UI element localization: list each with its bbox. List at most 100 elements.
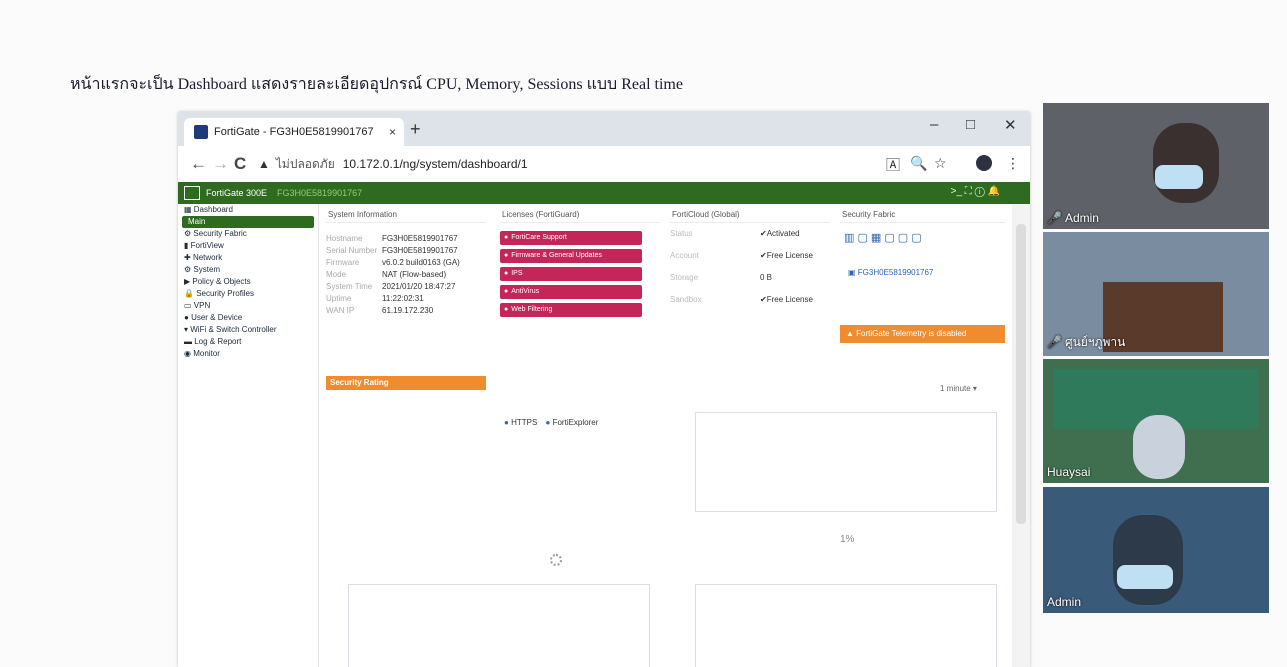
url-field[interactable]: ▲ ไม่ปลอดภัย 10.172.0.1/ng/system/dashbo…	[258, 153, 878, 175]
url-text: 10.172.0.1/ng/system/dashboard/1	[342, 157, 528, 171]
minimize-button[interactable]: –	[930, 116, 938, 133]
sidebar-item-policy-objects[interactable]: ▶ Policy & Objects	[178, 276, 318, 288]
participant-silhouette	[1133, 415, 1185, 479]
sidebar-item-network[interactable]: ✚ Network	[178, 252, 318, 264]
licenses-widget: Licenses (FortiGuard) FortiCare Support …	[500, 208, 660, 321]
sidebar-item-dashboard[interactable]: ▦ Dashboard	[178, 204, 318, 216]
vpn-icon: ▭	[184, 301, 194, 310]
muted-mic-icon: 🎤	[1047, 335, 1062, 349]
sidebar-item-vpn[interactable]: ▭ VPN	[178, 300, 318, 312]
widget-title: System Information	[326, 208, 486, 223]
lock-icon: 🔒	[184, 289, 197, 298]
license-item[interactable]: Firmware & General Updates	[500, 249, 642, 263]
participant-silhouette	[1153, 123, 1219, 203]
check-icon: ✔	[760, 295, 767, 304]
reload-button[interactable]: C	[234, 154, 246, 174]
sidebar-item-monitor[interactable]: ◉ Monitor	[178, 348, 318, 360]
new-tab-button[interactable]: +	[410, 119, 421, 140]
check-icon: ✔	[760, 229, 767, 238]
fortigate-header: FortiGate 300E FG3H0E5819901767 >_ ⛶ ⓘ 🔔	[178, 182, 1030, 204]
sidebar-item-main[interactable]: Main	[182, 216, 314, 228]
browser-tab[interactable]: FortiGate - FG3H0E5819901767 ×	[184, 118, 404, 146]
widget-title: Security Fabric	[840, 208, 1005, 223]
sessions-chart-area	[695, 584, 997, 667]
telemetry-warning[interactable]: ▲ FortiGate Telemetry is disabled	[840, 325, 1005, 343]
participant-name: Admin	[1047, 595, 1082, 609]
license-item[interactable]: FortiCare Support	[500, 231, 642, 245]
caption: หน้าแรกจะเป็น Dashboard แสดงรายละเอียดอุ…	[70, 76, 683, 93]
sidebar-item-security-fabric[interactable]: ⚙ Security Fabric	[178, 228, 318, 240]
security-label[interactable]: ไม่ปลอดภัย	[276, 155, 335, 174]
maximize-button[interactable]: □	[966, 116, 975, 133]
legend-dot-icon: ●	[504, 418, 512, 427]
video-tile[interactable]: 🎤 Admin	[1043, 103, 1269, 229]
zoom-icon[interactable]: 🔍	[910, 155, 927, 172]
mask-shape	[1117, 565, 1173, 589]
close-window-button[interactable]: ✕	[1004, 116, 1017, 134]
back-button[interactable]: ←	[190, 154, 207, 174]
fortigate-favicon-icon	[194, 125, 208, 139]
info-row: Serial Number FG3H0E5819901767	[326, 246, 458, 255]
security-rating-widget: Security Rating	[326, 376, 486, 390]
cloud-row: Storage 0 B	[670, 273, 773, 282]
legend-dot-icon: ●	[545, 418, 553, 427]
bookmark-star-icon[interactable]: ☆	[934, 155, 947, 172]
license-item[interactable]: IPS	[500, 267, 642, 281]
forward-button[interactable]: →	[212, 154, 229, 174]
sidebar-item-user-device[interactable]: ● User & Device	[178, 312, 318, 324]
header-serial: FG3H0E5819901767	[277, 188, 363, 198]
cpu-percent: 1%	[840, 534, 855, 545]
warning-icon: ▲	[258, 157, 270, 171]
tab-title: FortiGate - FG3H0E5819901767	[214, 126, 374, 138]
browser-window: FortiGate - FG3H0E5819901767 × + – □ ✕ ←…	[178, 112, 1030, 667]
check-icon: ✔	[760, 251, 767, 260]
participant-name: 🎤 ศูนย์ฯภูพาน	[1047, 335, 1126, 349]
sidebar-item-fortiview[interactable]: ▮ FortiView	[178, 240, 318, 252]
cloud-row: Status ✔ Activated	[670, 223, 830, 245]
translate-icon[interactable]: 🄰	[886, 155, 900, 175]
loading-spinner-icon	[550, 554, 562, 566]
cloud-row: Account ✔ Free License	[670, 245, 830, 267]
address-bar: ← → C ▲ ไม่ปลอดภัย 10.172.0.1/ng/system/…	[178, 146, 1030, 183]
info-row: Mode NAT (Flow-based)	[326, 270, 447, 279]
fabric-device-icons: ▥ ▢ ▦ ▢ ▢ ▢	[844, 232, 922, 244]
license-item[interactable]: Web Filtering	[500, 303, 642, 317]
fabric-device[interactable]: ▣ FG3H0E5819901767	[840, 244, 1005, 277]
chart-legend: ● HTTPS ● FortiExplorer	[504, 418, 599, 427]
page-scrollbar[interactable]	[1012, 204, 1030, 667]
tab-close-icon[interactable]: ×	[389, 125, 396, 139]
sidebar: ▦ Dashboard Main ⚙ Security Fabric ▮ For…	[178, 204, 319, 667]
device-icon: ▣	[848, 268, 858, 277]
widget-title: Licenses (FortiGuard)	[500, 208, 660, 223]
video-tile[interactable]: Huaysai	[1043, 359, 1269, 483]
sidebar-item-log-report[interactable]: ▬ Log & Report	[178, 336, 318, 348]
browser-menu-icon[interactable]: ⋮	[1006, 155, 1020, 172]
participant-name: Huaysai	[1047, 465, 1091, 479]
info-row: Hostname FG3H0E5819901767	[326, 234, 458, 243]
sidebar-item-security-profiles[interactable]: 🔒 Security Profiles	[178, 288, 318, 300]
dashboard-icon: ▦	[184, 205, 194, 214]
video-tile[interactable]: 🎤 ศูนย์ฯภูพาน	[1043, 232, 1269, 356]
mask-shape	[1155, 165, 1203, 189]
header-toolbar-icons[interactable]: >_ ⛶ ⓘ 🔔	[951, 186, 1000, 197]
muted-mic-icon: 🎤	[1047, 211, 1062, 225]
interval-dropdown[interactable]: 1 minute ▾	[940, 384, 977, 393]
monitor-icon: ◉	[184, 349, 194, 358]
info-row: WAN IP 61.19.172.230	[326, 306, 434, 315]
dashboard-content: System Information Hostname FG3H0E5819901…	[320, 204, 1010, 667]
video-tile[interactable]: Admin	[1043, 487, 1269, 613]
product-name: FortiGate 300E	[206, 188, 268, 198]
chart-icon: ▬	[184, 337, 195, 346]
fortiview-icon: ▮	[184, 241, 191, 250]
fabric-icon: ⚙	[184, 229, 194, 238]
license-item[interactable]: AntiVirus	[500, 285, 642, 299]
tab-bar: FortiGate - FG3H0E5819901767 × + – □ ✕	[178, 112, 1030, 146]
cpu-chart-area	[695, 412, 997, 512]
scrollbar-thumb[interactable]	[1016, 224, 1026, 524]
sidebar-item-wifi-switch[interactable]: ▾ WiFi & Switch Controller	[178, 324, 318, 336]
sidebar-item-system[interactable]: ⚙ System	[178, 264, 318, 276]
warning-icon: ▲	[846, 329, 857, 338]
profile-avatar[interactable]	[976, 155, 992, 171]
gear-icon: ⚙	[184, 265, 194, 274]
forticloud-widget: FortiCloud (Global) Status ✔ Activated Ac…	[670, 208, 830, 311]
